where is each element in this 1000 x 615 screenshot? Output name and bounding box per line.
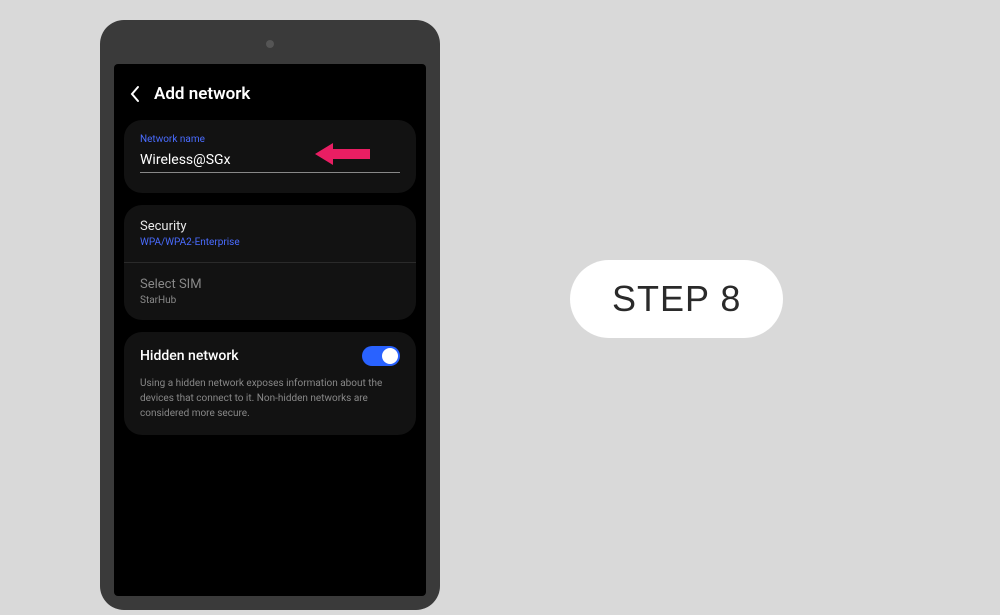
- hidden-network-card: Hidden network Using a hidden network ex…: [124, 332, 416, 435]
- arrow-callout-icon: [315, 141, 370, 167]
- page-header: Add network: [114, 76, 426, 120]
- security-title: Security: [140, 219, 400, 234]
- security-row[interactable]: Security WPA/WPA2-Enterprise: [140, 219, 400, 248]
- network-name-input[interactable]: Wireless@SGx: [140, 149, 400, 173]
- page-title: Add network: [154, 84, 250, 104]
- divider: [124, 262, 416, 263]
- sim-title: Select SIM: [140, 277, 400, 292]
- sim-row: Select SIM StarHub: [140, 277, 400, 306]
- network-name-card: Network name Wireless@SGx: [124, 120, 416, 193]
- step-badge: STEP 8: [570, 260, 783, 338]
- sim-value: StarHub: [140, 295, 400, 306]
- hidden-network-description: Using a hidden network exposes informati…: [140, 376, 400, 421]
- security-sim-card: Security WPA/WPA2-Enterprise Select SIM …: [124, 205, 416, 320]
- hidden-network-title: Hidden network: [140, 348, 239, 364]
- hidden-network-row: Hidden network: [140, 346, 400, 366]
- tablet-screen: Add network Network name Wireless@SGx Se…: [114, 64, 426, 596]
- tablet-camera-icon: [266, 40, 274, 48]
- network-name-value: Wireless@SGx: [140, 152, 231, 168]
- back-icon[interactable]: [128, 87, 142, 101]
- tablet-frame: Add network Network name Wireless@SGx Se…: [100, 20, 440, 610]
- security-value: WPA/WPA2-Enterprise: [140, 237, 400, 248]
- hidden-network-toggle[interactable]: [362, 346, 400, 366]
